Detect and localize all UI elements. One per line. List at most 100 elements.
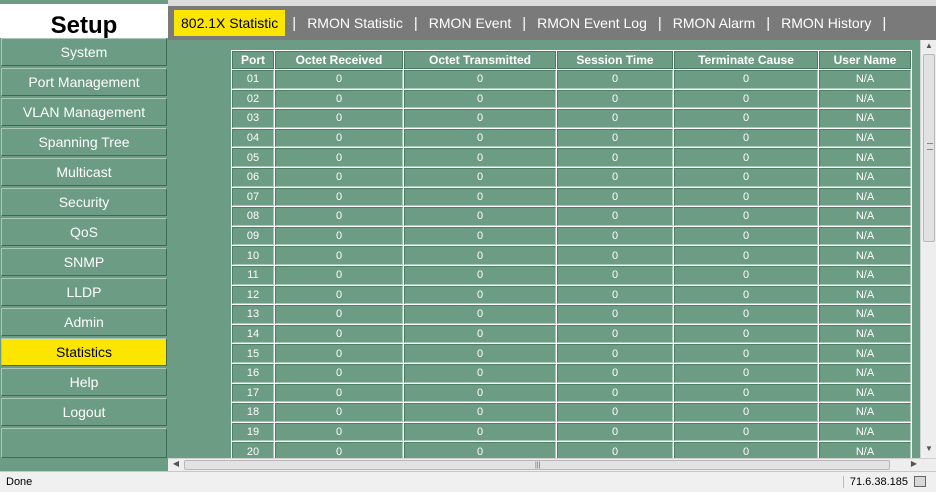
table-cell: 0 xyxy=(275,167,403,187)
scroll-grip-icon: ||| xyxy=(535,462,541,469)
vertical-scrollbar[interactable]: ▲ ▼ xyxy=(920,40,936,458)
table-cell: 13 xyxy=(232,305,274,324)
table-row: 16 0 0 0 0 N/A xyxy=(232,363,911,383)
table-cell: 0 xyxy=(674,187,818,207)
sidebar-item-security[interactable]: Security xyxy=(1,188,167,216)
table-cell: N/A xyxy=(819,109,911,128)
table-cell: N/A xyxy=(819,89,911,109)
sidebar-item-spanning-tree[interactable]: Spanning Tree xyxy=(1,128,167,156)
table-row: 01 0 0 0 0 N/A xyxy=(232,70,911,89)
sidebar-item-statistics[interactable]: Statistics xyxy=(1,338,167,366)
table-cell: 0 xyxy=(275,285,403,305)
table-cell: 0 xyxy=(404,285,556,305)
tab-rmon-event-log[interactable]: RMON Event Log xyxy=(533,10,651,36)
table-cell: 0 xyxy=(275,442,403,458)
sidebar-item-help[interactable]: Help xyxy=(1,368,167,396)
sidebar-menu: System Port Management VLAN Management Span… xyxy=(0,38,168,460)
table-cell: 0 xyxy=(275,207,403,226)
table-cell: 0 xyxy=(557,207,673,226)
table-cell: 0 xyxy=(275,305,403,324)
table-cell: 0 xyxy=(557,70,673,89)
table-cell: 0 xyxy=(404,324,556,344)
horizontal-scroll-thumb[interactable]: ||| xyxy=(184,460,890,470)
vertical-scroll-thumb[interactable] xyxy=(923,54,935,242)
table-cell: 16 xyxy=(232,363,274,383)
sidebar-item-logout[interactable]: Logout xyxy=(1,398,167,426)
table-row: 11 0 0 0 0 N/A xyxy=(232,265,911,285)
tab-rmon-history[interactable]: RMON History xyxy=(777,10,875,36)
table-cell: 17 xyxy=(232,383,274,403)
sidebar-item-snmp[interactable]: SNMP xyxy=(1,248,167,276)
table-cell: 0 xyxy=(404,403,556,422)
table-cell: 0 xyxy=(674,89,818,109)
table-cell: 08 xyxy=(232,207,274,226)
table-row: 12 0 0 0 0 N/A xyxy=(232,285,911,305)
sidebar: Setup System Port Management VLAN Manageme… xyxy=(0,0,168,471)
table-cell: 0 xyxy=(674,207,818,226)
table-cell: 0 xyxy=(275,324,403,344)
sidebar-item-vlan-management[interactable]: VLAN Management xyxy=(1,98,167,126)
table-cell: 0 xyxy=(557,187,673,207)
table-cell: N/A xyxy=(819,305,911,324)
table-cell: 0 xyxy=(404,246,556,265)
table-cell: 0 xyxy=(275,344,403,363)
table-row: 14 0 0 0 0 N/A xyxy=(232,324,911,344)
scroll-down-arrow-icon[interactable]: ▼ xyxy=(921,444,936,453)
table-cell: 0 xyxy=(557,246,673,265)
table-cell: 0 xyxy=(404,265,556,285)
sidebar-item-admin[interactable]: Admin xyxy=(1,308,167,336)
table-cell: 0 xyxy=(674,128,818,148)
tab-802-1x-statistic[interactable]: 802.1X Statistic xyxy=(174,10,286,36)
tab-rmon-statistic[interactable]: RMON Statistic xyxy=(303,10,407,36)
scroll-left-arrow-icon[interactable]: ◀ xyxy=(168,459,184,468)
table-cell: 0 xyxy=(404,363,556,383)
tab-rmon-event[interactable]: RMON Event xyxy=(425,10,515,36)
sidebar-item-port-management[interactable]: Port Management xyxy=(1,68,167,96)
table-cell: 0 xyxy=(674,167,818,187)
table-cell: 0 xyxy=(404,70,556,89)
table-cell: 0 xyxy=(275,403,403,422)
table-header-row: Port Octet Received Octet Transmitted Sessi… xyxy=(232,51,911,69)
table-cell: 0 xyxy=(404,422,556,442)
tab-bar: 802.1X Statistic | RMON Statistic | RMON Eve… xyxy=(168,0,936,40)
table-cell: 0 xyxy=(275,422,403,442)
table-row: 17 0 0 0 0 N/A xyxy=(232,383,911,403)
column-header: User Name xyxy=(819,51,911,69)
table-cell: 0 xyxy=(674,246,818,265)
table-row: 18 0 0 0 0 N/A xyxy=(232,403,911,422)
table-row: 08 0 0 0 0 N/A xyxy=(232,207,911,226)
table-cell: N/A xyxy=(819,226,911,246)
table-cell: 02 xyxy=(232,89,274,109)
scroll-right-arrow-icon[interactable]: ▶ xyxy=(906,459,922,468)
sidebar-item-system[interactable]: System xyxy=(1,38,167,66)
table-cell: N/A xyxy=(819,167,911,187)
table-row: 13 0 0 0 0 N/A xyxy=(232,305,911,324)
table-cell: 0 xyxy=(404,109,556,128)
content-area: Port Octet Received Octet Transmitted Sessi… xyxy=(168,40,920,458)
table-row: 19 0 0 0 0 N/A xyxy=(232,422,911,442)
sidebar-item-multicast[interactable]: Multicast xyxy=(1,158,167,186)
table-cell: 0 xyxy=(674,403,818,422)
table-cell: 0 xyxy=(275,148,403,167)
sidebar-empty-slot xyxy=(1,428,167,458)
scroll-up-arrow-icon[interactable]: ▲ xyxy=(921,41,936,50)
table-cell: 0 xyxy=(275,363,403,383)
sidebar-item-qos[interactable]: QoS xyxy=(1,218,167,246)
table-cell: N/A xyxy=(819,383,911,403)
horizontal-scrollbar[interactable]: ◀ ||| ▶ xyxy=(168,458,936,471)
tab-separator: | xyxy=(657,14,662,32)
table-cell: 0 xyxy=(674,148,818,167)
table-cell: 0 xyxy=(674,363,818,383)
tab-rmon-alarm[interactable]: RMON Alarm xyxy=(669,10,759,36)
table-cell: 0 xyxy=(404,128,556,148)
table-row: 02 0 0 0 0 N/A xyxy=(232,89,911,109)
table-cell: 0 xyxy=(275,70,403,89)
table-cell: 18 xyxy=(232,403,274,422)
table-cell: 0 xyxy=(557,442,673,458)
column-header: Terminate Cause xyxy=(674,51,818,69)
table-cell: 01 xyxy=(232,70,274,89)
table-cell: 0 xyxy=(674,422,818,442)
status-bar: Done 71.6.38.185 xyxy=(0,471,936,492)
table-cell: 0 xyxy=(557,285,673,305)
sidebar-item-lldp[interactable]: LLDP xyxy=(1,278,167,306)
